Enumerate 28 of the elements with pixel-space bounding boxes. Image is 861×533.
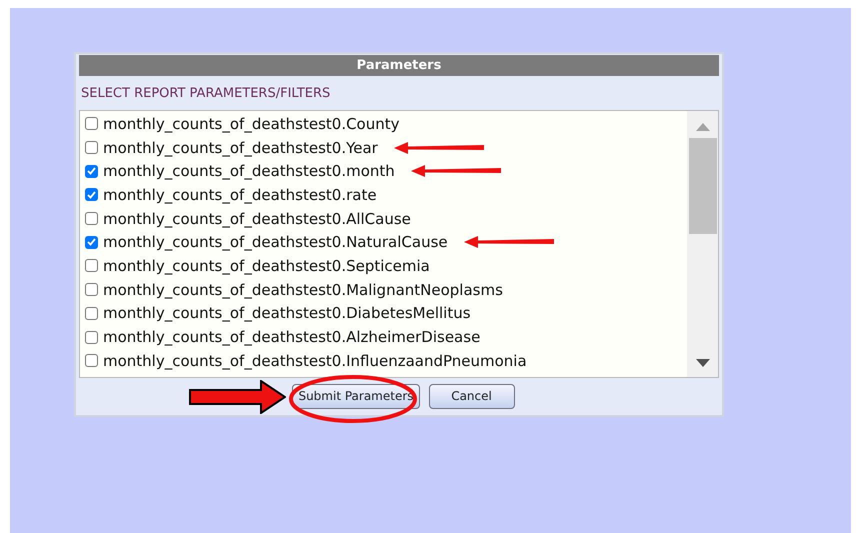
checkbox-label[interactable]: monthly_counts_of_deathstest0.County [103,114,400,133]
checkbox[interactable] [85,330,98,344]
checkbox-label[interactable]: monthly_counts_of_deathstest0.MalignantNeoplasms [103,280,503,299]
checkbox[interactable] [85,117,98,130]
checkbox-label[interactable]: monthly_counts_of_deathstest0.DiabetesMellitus [103,304,471,322]
dialog-title: Parameters [79,55,719,76]
checkbox-label[interactable]: monthly_counts_of_deathstest0.InfluenzaandPneumonia [103,352,527,370]
checkbox[interactable] [85,164,98,178]
checkbox[interactable] [85,259,98,272]
scroll-down-icon[interactable] [696,359,710,367]
checkbox[interactable] [85,354,98,368]
checkbox[interactable] [85,283,98,296]
checkbox[interactable] [85,212,98,226]
checkbox-label[interactable]: monthly_counts_of_deathstest0.month [103,162,395,180]
checkbox-label[interactable]: monthly_counts_of_deathstest0.Septicemia [103,256,430,275]
scrollbar-thumb[interactable] [688,138,716,234]
checkbox-label[interactable]: monthly_counts_of_deathstest0.AllCause [103,210,411,228]
checkbox-label[interactable]: monthly_counts_of_deathstest0.NaturalCause [103,233,448,252]
submit-button[interactable]: Submit Parameters [292,384,420,408]
checkbox[interactable] [85,141,98,154]
cancel-button[interactable]: Cancel [428,384,515,408]
checkbox[interactable] [85,236,98,249]
checkbox-label[interactable]: monthly_counts_of_deathstest0.Year [103,138,378,157]
checkbox[interactable] [85,188,98,202]
checkbox-label[interactable]: monthly_counts_of_deathstest0.AlzheimerDisease [103,328,480,346]
checkbox-label[interactable]: monthly_counts_of_deathstest0.rate [103,186,377,204]
checkbox[interactable] [85,306,98,320]
section-heading: SELECT REPORT PARAMETERS/FILTERS [80,84,332,102]
